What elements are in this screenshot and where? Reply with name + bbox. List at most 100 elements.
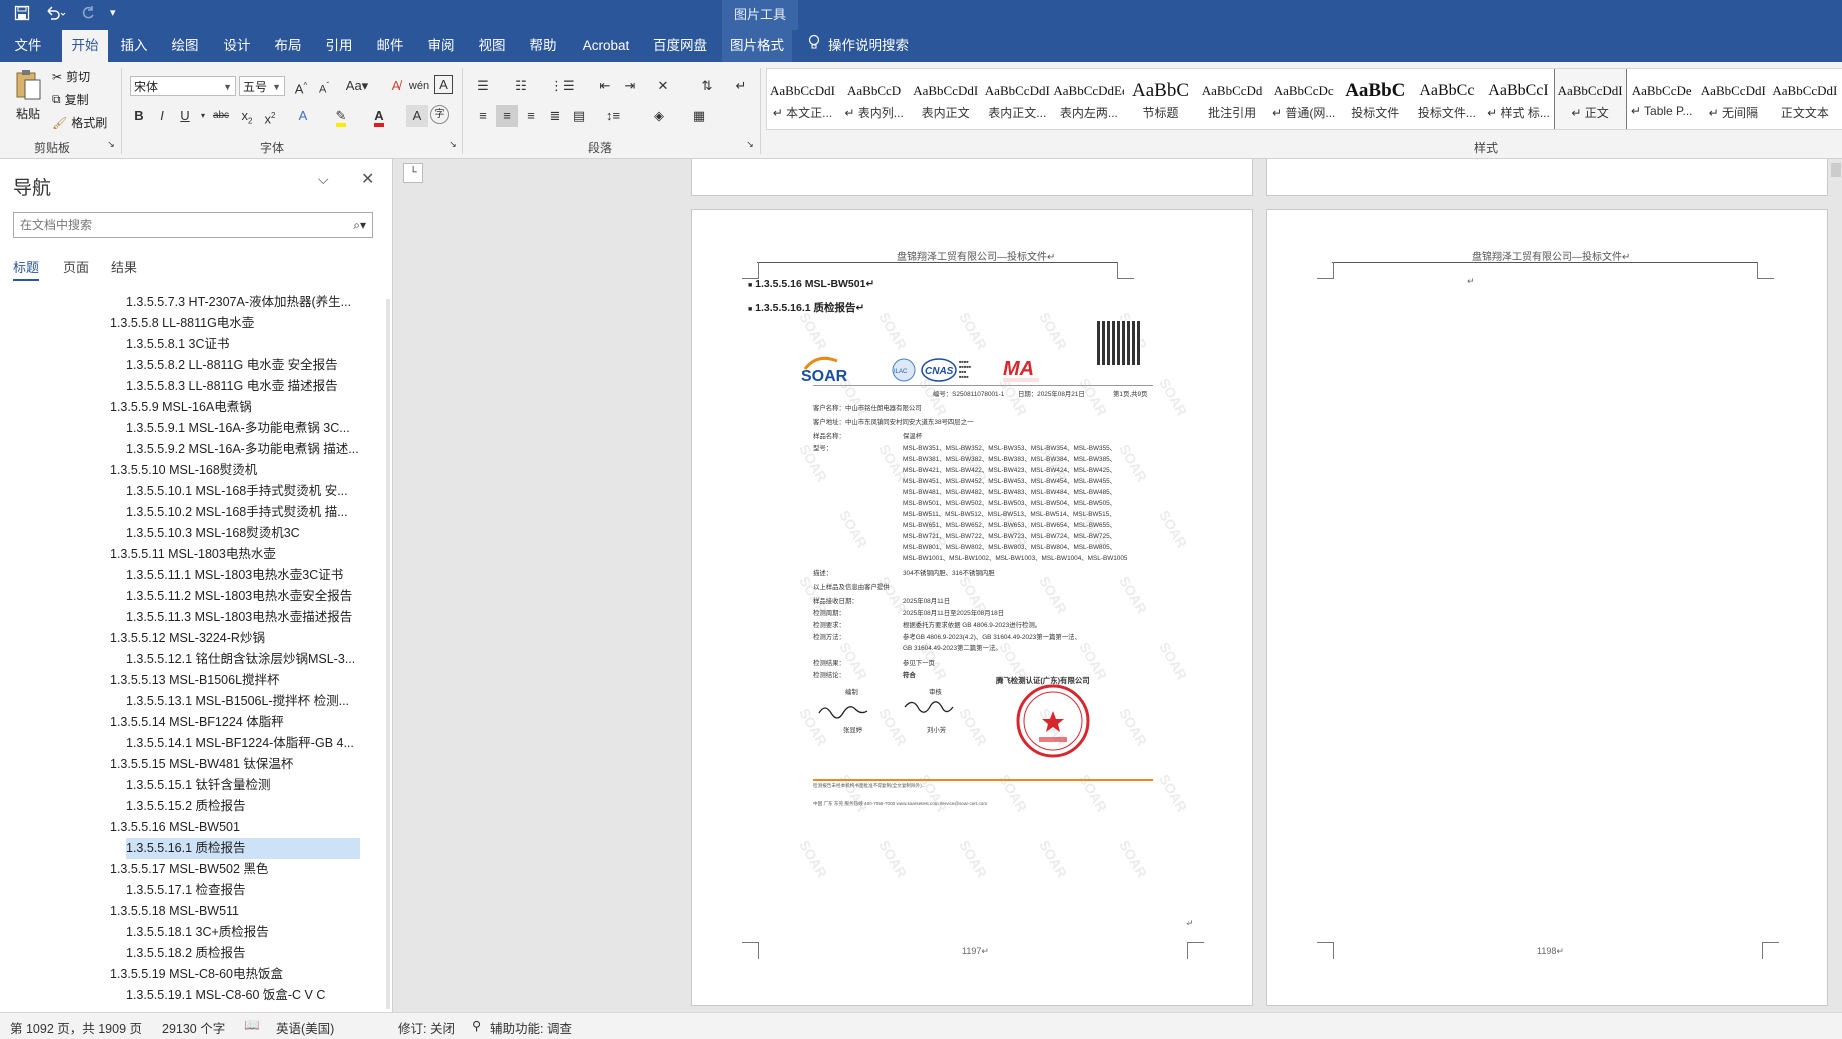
decrease-indent-icon[interactable]: ⇤ <box>594 75 616 97</box>
nav-heading-item[interactable]: 1.3.5.5.14.1 MSL-BF1224-体脂秤-GB 4... <box>126 733 360 754</box>
undo-icon[interactable] <box>44 5 66 25</box>
style-item[interactable]: AaBbCcDe ↵ Table P... <box>1626 69 1697 129</box>
char-shading-icon[interactable]: A <box>406 105 428 127</box>
nav-heading-item[interactable]: 1.3.5.5.10.1 MSL-168手持式熨烫机 安... <box>126 481 360 502</box>
nav-heading-item[interactable]: ◢1.3.5.5.18 MSL-BW511 <box>110 901 370 922</box>
style-item[interactable]: AaBbCcDdEe 表内左两... <box>1053 69 1124 129</box>
tab-draw[interactable]: 绘图 <box>165 30 205 62</box>
subscript-icon[interactable]: x2 <box>236 105 258 127</box>
chevron-down-icon[interactable]: ⌵ <box>318 171 329 188</box>
style-item[interactable]: AaBbCcI ↵ 样式 标... <box>1483 69 1554 129</box>
style-item[interactable]: AaBbCcDd 批注引用 <box>1197 69 1268 129</box>
nav-heading-item[interactable]: 1.3.5.5.9.1 MSL-16A-多功能电煮锅 3C... <box>126 418 360 439</box>
highlight-icon[interactable]: ✎ <box>330 105 352 127</box>
numbering-icon[interactable]: ☷ <box>510 75 532 97</box>
change-case-icon[interactable]: Aa▾ <box>342 75 372 97</box>
nav-heading-item[interactable]: ◢1.3.5.5.15 MSL-BW481 钛保温杯 <box>110 754 370 775</box>
nav-heading-item[interactable]: 1.3.5.5.8.2 LL-8811G 电水壶 安全报告 <box>126 355 360 376</box>
save-icon[interactable] <box>14 5 30 25</box>
font-size-select[interactable]: 五号 ▼ <box>239 76 285 96</box>
close-icon[interactable]: ✕ <box>361 169 374 189</box>
align-right-icon[interactable]: ≡ <box>520 105 542 127</box>
tab-view[interactable]: 视图 <box>472 30 512 62</box>
nav-heading-item[interactable]: 1.3.5.5.10.3 MSL-168熨烫机3C <box>126 523 360 544</box>
nav-heading-item[interactable]: ◢1.3.5.5.10 MSL-168熨烫机 <box>110 460 370 481</box>
multilevel-list-icon[interactable]: ⋮☰ <box>550 75 575 97</box>
accessibility-status[interactable]: 辅助功能: 调查 <box>490 1018 572 1037</box>
tab-review[interactable]: 审阅 <box>421 30 461 62</box>
tab-home[interactable]: 开始 <box>62 30 108 62</box>
char-border-icon[interactable]: A <box>434 75 453 94</box>
tell-me-search[interactable]: 操作说明搜索 <box>808 30 918 62</box>
justify-icon[interactable]: ≣ <box>544 105 566 127</box>
nav-heading-item[interactable]: ◢1.3.5.5.12 MSL-3224-R炒锅 <box>110 628 370 649</box>
increase-indent-icon[interactable]: ⇥ <box>619 75 641 97</box>
font-name-select[interactable]: 宋体 ▼ <box>130 76 236 96</box>
nav-heading-item[interactable]: 1.3.5.5.13.1 MSL-B1506L-搅拌杯 检测... <box>126 691 360 712</box>
clear-formatting-icon[interactable]: A̸ <box>385 75 407 97</box>
dialog-launcher-icon[interactable]: ↘ <box>105 138 117 150</box>
phonetic-guide-icon[interactable]: wén <box>408 75 430 97</box>
style-item[interactable]: AaBbC 节标题 <box>1125 69 1196 129</box>
line-spacing-icon[interactable]: ↕≡ <box>602 105 624 127</box>
style-item[interactable]: AaBbCcDdI 表内正文 <box>910 69 981 129</box>
page-count[interactable]: 第 1092 页，共 1909 页 <box>10 1018 142 1037</box>
tab-mailings[interactable]: 邮件 <box>370 30 410 62</box>
nav-scrollbar[interactable] <box>386 299 390 1009</box>
redo-icon[interactable] <box>80 5 96 25</box>
tab-file[interactable]: 文件 <box>8 30 48 62</box>
word-count[interactable]: 29130 个字 <box>162 1018 225 1037</box>
style-item[interactable]: AaBbCcD ↵ 表内列... <box>839 69 910 129</box>
bullets-icon[interactable]: ☰ <box>472 75 494 97</box>
tab-acrobat[interactable]: Acrobat <box>576 30 636 62</box>
ruler-toggle[interactable] <box>1831 163 1841 177</box>
nav-tab-results[interactable]: 结果 <box>111 257 137 276</box>
font-color-icon[interactable]: A <box>368 105 390 127</box>
nav-heading-item[interactable]: 1.3.5.5.10.2 MSL-168手持式熨烫机 描... <box>126 502 360 523</box>
nav-heading-item[interactable]: 1.3.5.5.7.3 HT-2307A-液体加热器(养生... <box>126 292 360 313</box>
nav-heading-item[interactable]: ◢1.3.5.5.16 MSL-BW501 <box>110 817 370 838</box>
tab-picture-format[interactable]: 图片格式 <box>722 30 792 62</box>
nav-heading-item[interactable]: 1.3.5.5.8.1 3C证书 <box>126 334 360 355</box>
grow-font-icon[interactable]: A^ <box>290 75 312 97</box>
nav-heading-item[interactable]: ◢1.3.5.5.9 MSL-16A电煮锅 <box>110 397 370 418</box>
accessibility-icon[interactable]: ⚲ <box>472 1018 481 1033</box>
nav-heading-item[interactable]: 1.3.5.5.9.2 MSL-16A-多功能电煮锅 描述... <box>126 439 360 460</box>
customize-icon[interactable]: ▾ <box>110 5 116 25</box>
nav-heading-item[interactable]: 1.3.5.5.19.1 MSL-C8-60 饭盒-C V C <box>126 985 360 1006</box>
style-item[interactable]: AaBbCc 投标文件... <box>1411 69 1482 129</box>
tab-layout[interactable]: 布局 <box>268 30 308 62</box>
tab-stop-selector[interactable]: └ <box>403 163 423 183</box>
tab-help[interactable]: 帮助 <box>523 30 563 62</box>
distributed-icon[interactable]: ▤ <box>568 105 590 127</box>
nav-search-input[interactable]: 在文档中搜索 ⌕▾ <box>13 212 373 238</box>
nav-heading-item[interactable]: 1.3.5.5.16.1 质检报告 <box>126 838 360 859</box>
shading-icon[interactable]: ◈ <box>648 105 670 127</box>
strikethrough-icon[interactable]: abc <box>210 105 232 127</box>
nav-heading-item[interactable]: ◢1.3.5.5.19 MSL-C8-60电热饭盒 <box>110 964 370 985</box>
style-item[interactable]: AaBbC 投标文件 <box>1340 69 1411 129</box>
paste-button[interactable]: 粘贴 <box>8 68 48 122</box>
bold-icon[interactable]: B <box>128 105 150 127</box>
nav-heading-item[interactable]: 1.3.5.5.15.2 质检报告 <box>126 796 360 817</box>
align-center-icon[interactable]: ≡ <box>496 105 518 127</box>
heading-level-1[interactable]: ■ 1.3.5.5.16 MSL-BW501↵ <box>748 278 874 290</box>
dialog-launcher-icon[interactable]: ↘ <box>447 138 459 150</box>
nav-tab-pages[interactable]: 页面 <box>63 257 89 276</box>
superscript-icon[interactable]: x2 <box>259 105 281 127</box>
chinese-layout-icon[interactable]: ✕ <box>652 75 674 97</box>
language[interactable]: 英语(美国) <box>276 1018 334 1037</box>
nav-heading-item[interactable]: 1.3.5.5.12.1 铭仕朗含钛涂层炒锅MSL-3... <box>126 649 360 670</box>
nav-heading-item[interactable]: 1.3.5.5.15.1 钛钎含量检测 <box>126 775 360 796</box>
align-left-icon[interactable]: ≡ <box>472 105 494 127</box>
style-item[interactable]: AaBbCcDdI 正文文本 <box>1769 69 1840 129</box>
style-item[interactable]: AaBbCcDdI 表内正文... <box>982 69 1053 129</box>
proofing-icon[interactable]: 📖 <box>244 1018 260 1033</box>
show-marks-icon[interactable]: ↵ <box>730 75 752 97</box>
nav-tab-headings[interactable]: 标题 <box>13 257 40 281</box>
nav-heading-item[interactable]: ◢1.3.5.5.8 LL-8811G电水壶 <box>110 313 370 334</box>
nav-heading-item[interactable]: 1.3.5.5.11.3 MSL-1803电热水壶描述报告 <box>126 607 360 628</box>
tab-insert[interactable]: 插入 <box>114 30 154 62</box>
nav-heading-item[interactable]: ◢1.3.5.5.14 MSL-BF1224 体脂秤 <box>110 712 370 733</box>
nav-heading-item[interactable]: 1.3.5.5.11.2 MSL-1803电热水壶安全报告 <box>126 586 360 607</box>
